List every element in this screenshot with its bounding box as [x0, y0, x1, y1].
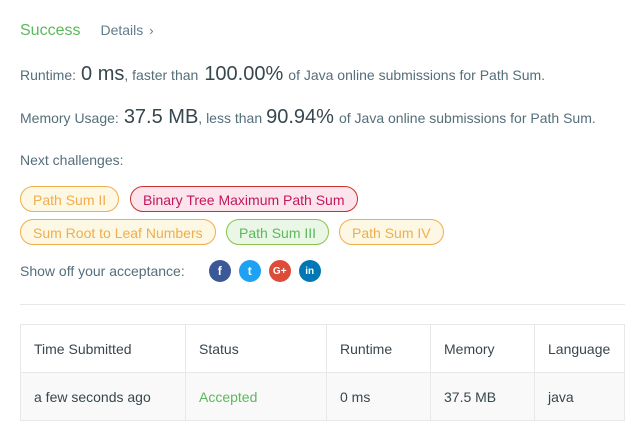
- linkedin-icon[interactable]: in: [298, 260, 321, 282]
- challenge-tag-sum-root-to-leaf[interactable]: Sum Root to Leaf Numbers: [20, 219, 216, 245]
- column-header-time: Time Submitted: [20, 324, 186, 373]
- column-header-status: Status: [185, 324, 327, 373]
- cell-time-submitted: a few seconds ago: [20, 372, 186, 421]
- details-link[interactable]: Details ›: [100, 22, 153, 38]
- details-label: Details: [100, 22, 144, 38]
- runtime-tail: of Java online submissions for Path Sum.: [288, 67, 546, 83]
- table-header-row: Time Submitted Status Runtime Memory Lan…: [20, 324, 625, 373]
- result-header: Success Details ›: [20, 22, 154, 40]
- cell-memory: 37.5 MB: [430, 372, 535, 421]
- table-row: a few seconds ago Accepted 0 ms 37.5 MB …: [20, 372, 625, 421]
- google-plus-icon[interactable]: G+: [268, 260, 291, 282]
- runtime-mid: , faster than: [124, 67, 199, 83]
- submissions-table: Time Submitted Status Runtime Memory Lan…: [20, 324, 625, 421]
- column-header-memory: Memory: [430, 324, 535, 373]
- twitter-icon[interactable]: t: [238, 260, 261, 282]
- chevron-right-icon: ›: [149, 23, 154, 38]
- memory-label: Memory Usage:: [20, 110, 119, 126]
- column-header-runtime: Runtime: [326, 324, 431, 373]
- status-accepted-link[interactable]: Accepted: [185, 372, 327, 421]
- share-label: Show off your acceptance:: [20, 263, 185, 279]
- challenge-tag-path-sum-iii[interactable]: Path Sum III: [226, 219, 330, 245]
- runtime-label: Runtime:: [20, 67, 77, 83]
- next-challenges-label: Next challenges:: [20, 152, 124, 168]
- cell-language: java: [534, 372, 625, 421]
- memory-percent: 90.94%: [266, 106, 334, 128]
- runtime-value: 0 ms: [81, 63, 125, 85]
- memory-value: 37.5 MB: [123, 106, 199, 128]
- status-success: Success: [20, 22, 81, 39]
- runtime-summary: Runtime: 0 ms , faster than 100.00% of J…: [20, 63, 545, 86]
- next-challenges-heading: Next challenges:: [20, 152, 124, 168]
- challenge-tag-binary-tree-max-path-sum[interactable]: Binary Tree Maximum Path Sum: [130, 186, 358, 212]
- cell-runtime: 0 ms: [326, 372, 431, 421]
- column-header-language: Language: [534, 324, 625, 373]
- facebook-icon[interactable]: f: [208, 260, 231, 282]
- memory-tail: of Java online submissions for Path Sum.: [338, 110, 596, 126]
- challenge-tag-path-sum-iv[interactable]: Path Sum IV: [339, 219, 444, 245]
- share-row: Show off your acceptance: f t G+ in: [20, 260, 329, 282]
- memory-mid: , less than: [198, 110, 263, 126]
- memory-summary: Memory Usage: 37.5 MB , less than 90.94%…: [20, 106, 596, 129]
- runtime-percent: 100.00%: [204, 63, 284, 85]
- divider: [20, 304, 625, 305]
- challenge-tag-path-sum-ii[interactable]: Path Sum II: [20, 186, 120, 212]
